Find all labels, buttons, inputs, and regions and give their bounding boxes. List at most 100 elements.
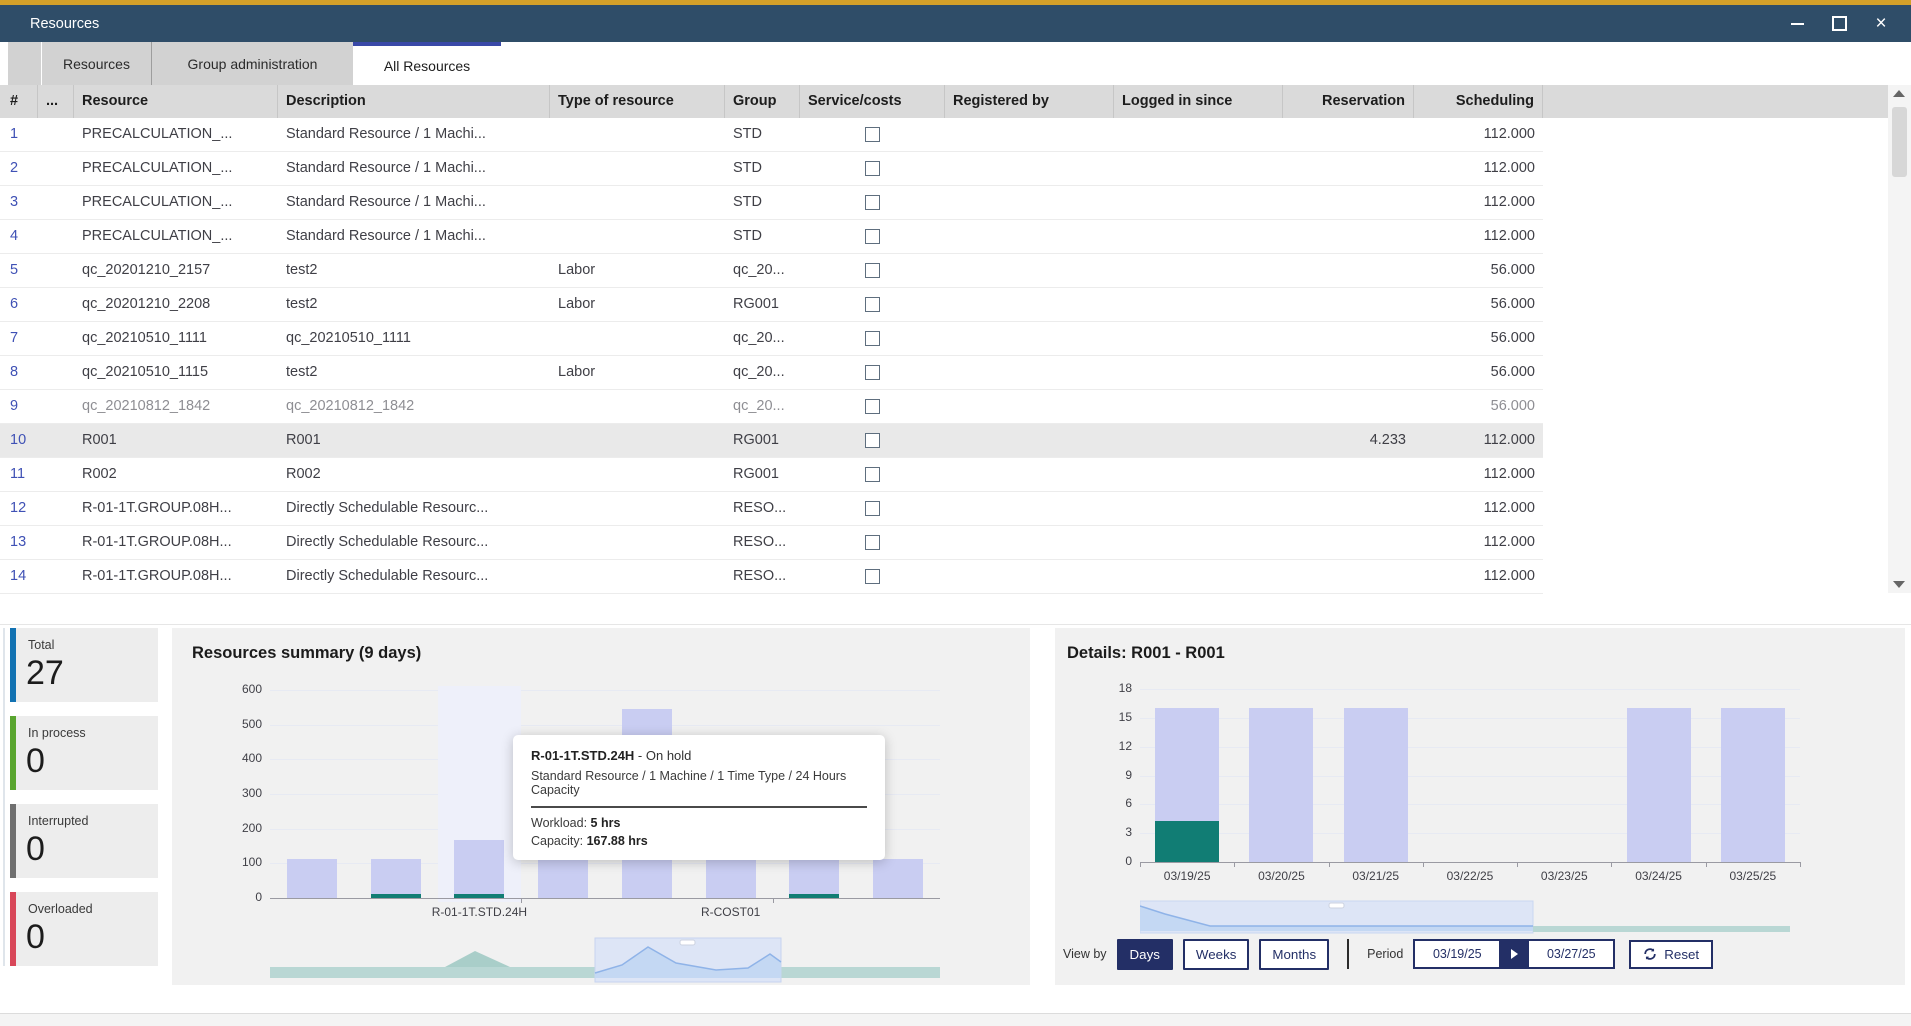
capacity-bar[interactable] (287, 859, 337, 898)
capacity-bar[interactable] (789, 859, 839, 898)
stat-card-in-process[interactable]: In process0 (10, 716, 158, 790)
service-costs-checkbox[interactable] (865, 263, 880, 278)
capacity-bar[interactable] (1249, 708, 1313, 862)
row-number[interactable]: 3 (0, 186, 38, 219)
table-row[interactable]: 7qc_20210510_1111qc_20210510_1111qc_20..… (0, 322, 1543, 356)
scrollbar-thumb[interactable] (1892, 107, 1907, 177)
capacity-bar[interactable] (454, 840, 504, 898)
cell-group: qc_20... (725, 390, 800, 423)
table-row[interactable]: 3PRECALCULATION_...Standard Resource / 1… (0, 186, 1543, 220)
service-costs-checkbox[interactable] (865, 195, 880, 210)
table-scrollbar[interactable] (1888, 85, 1911, 593)
cell-registered-by (945, 458, 1114, 491)
table-row[interactable]: 11R002R002RG001112.000 (0, 458, 1543, 492)
column-header-description[interactable]: Description (278, 85, 550, 118)
service-costs-checkbox[interactable] (865, 161, 880, 176)
service-costs-checkbox[interactable] (865, 467, 880, 482)
row-number[interactable]: 6 (0, 288, 38, 321)
navigator-handle[interactable] (1329, 903, 1344, 908)
column-header-type[interactable]: Type of resource (550, 85, 725, 118)
tab-resources[interactable]: Resources (42, 42, 151, 85)
row-number[interactable]: 7 (0, 322, 38, 355)
row-number[interactable]: 13 (0, 526, 38, 559)
cell-type (550, 458, 725, 491)
view-months-button[interactable]: Months (1259, 939, 1329, 970)
minimize-button[interactable] (1789, 16, 1805, 32)
workload-bar[interactable] (1155, 821, 1219, 862)
table-row[interactable]: 1PRECALCULATION_...Standard Resource / 1… (0, 118, 1543, 152)
capacity-bar[interactable] (371, 859, 421, 898)
scroll-down-icon[interactable] (1893, 581, 1905, 588)
row-number[interactable]: 5 (0, 254, 38, 287)
row-number[interactable]: 11 (0, 458, 38, 491)
row-number[interactable]: 9 (0, 390, 38, 423)
row-gutter (38, 526, 74, 559)
row-number[interactable]: 8 (0, 356, 38, 389)
view-weeks-button[interactable]: Weeks (1183, 939, 1250, 970)
service-costs-checkbox[interactable] (865, 365, 880, 380)
service-costs-checkbox[interactable] (865, 399, 880, 414)
stat-card-overloaded[interactable]: Overloaded0 (10, 892, 158, 966)
tab-group-administration[interactable]: Group administration (151, 42, 353, 85)
column-header-resource[interactable]: Resource (74, 85, 278, 118)
cell-resource: qc_20201210_2157 (74, 254, 278, 287)
service-costs-checkbox[interactable] (865, 433, 880, 448)
capacity-bar[interactable] (1627, 708, 1691, 862)
row-number[interactable]: 2 (0, 152, 38, 185)
stat-card-interrupted[interactable]: Interrupted0 (10, 804, 158, 878)
navigator-handle[interactable] (680, 940, 695, 945)
table-row[interactable]: 9qc_20210812_1842qc_20210812_1842qc_20..… (0, 390, 1543, 424)
summary-navigator[interactable] (270, 937, 940, 983)
stat-card-total[interactable]: Total27 (10, 628, 158, 702)
service-costs-checkbox[interactable] (865, 569, 880, 584)
reset-button[interactable]: Reset (1629, 940, 1713, 969)
column-header-reservation[interactable]: Reservation (1283, 85, 1414, 118)
service-costs-checkbox[interactable] (865, 501, 880, 516)
service-costs-checkbox[interactable] (865, 535, 880, 550)
maximize-button[interactable] (1831, 16, 1847, 32)
table-row[interactable]: 10R001R001RG0014.233112.000 (0, 424, 1543, 458)
gridline (1140, 833, 1800, 834)
period-arrow-button[interactable] (1501, 939, 1527, 969)
row-number[interactable]: 12 (0, 492, 38, 525)
scroll-up-icon[interactable] (1893, 90, 1905, 97)
row-number[interactable]: 14 (0, 560, 38, 593)
column-header-registered-by[interactable]: Registered by (945, 85, 1114, 118)
cell-group: RG001 (725, 424, 800, 457)
column-header-group[interactable]: Group (725, 85, 800, 118)
capacity-bar[interactable] (706, 859, 756, 898)
row-number[interactable]: 10 (0, 424, 38, 457)
table-row[interactable]: 4PRECALCULATION_...Standard Resource / 1… (0, 220, 1543, 254)
table-row[interactable]: 14R-01-1T.GROUP.08H...Directly Schedulab… (0, 560, 1543, 594)
details-navigator[interactable] (1140, 900, 1790, 934)
y-tick-label: 3 (1096, 825, 1132, 839)
column-header-service-costs[interactable]: Service/costs (800, 85, 945, 118)
service-costs-checkbox[interactable] (865, 297, 880, 312)
service-costs-checkbox[interactable] (865, 229, 880, 244)
column-header-more[interactable]: ... (38, 85, 74, 118)
service-costs-checkbox[interactable] (865, 331, 880, 346)
tab-all-resources[interactable]: All Resources (353, 42, 501, 85)
row-number[interactable]: 4 (0, 220, 38, 253)
period-from-field[interactable]: 03/19/25 (1413, 939, 1501, 969)
table-row[interactable]: 5qc_20201210_2157test2Laborqc_20...56.00… (0, 254, 1543, 288)
column-header-num[interactable]: # (0, 85, 38, 118)
capacity-bar[interactable] (1344, 708, 1408, 862)
capacity-bar[interactable] (1721, 708, 1785, 862)
cell-service-costs (800, 492, 945, 525)
window-bottom-strip (0, 1013, 1911, 1026)
view-days-button[interactable]: Days (1117, 939, 1173, 970)
table-row[interactable]: 8qc_20210510_1115test2Laborqc_20...56.00… (0, 356, 1543, 390)
table-row[interactable]: 2PRECALCULATION_...Standard Resource / 1… (0, 152, 1543, 186)
row-number[interactable]: 1 (0, 118, 38, 151)
column-header-logged-in-since[interactable]: Logged in since (1114, 85, 1283, 118)
table-row[interactable]: 13R-01-1T.GROUP.08H...Directly Schedulab… (0, 526, 1543, 560)
service-costs-checkbox[interactable] (865, 127, 880, 142)
table-row[interactable]: 12R-01-1T.GROUP.08H...Directly Schedulab… (0, 492, 1543, 526)
period-to-field[interactable]: 03/27/25 (1527, 939, 1615, 969)
column-header-scheduling[interactable]: Scheduling (1414, 85, 1543, 118)
capacity-bar[interactable] (873, 859, 923, 898)
table-row[interactable]: 6qc_20201210_2208test2LaborRG00156.000 (0, 288, 1543, 322)
cell-type (550, 152, 725, 185)
close-button[interactable]: × (1873, 16, 1889, 32)
